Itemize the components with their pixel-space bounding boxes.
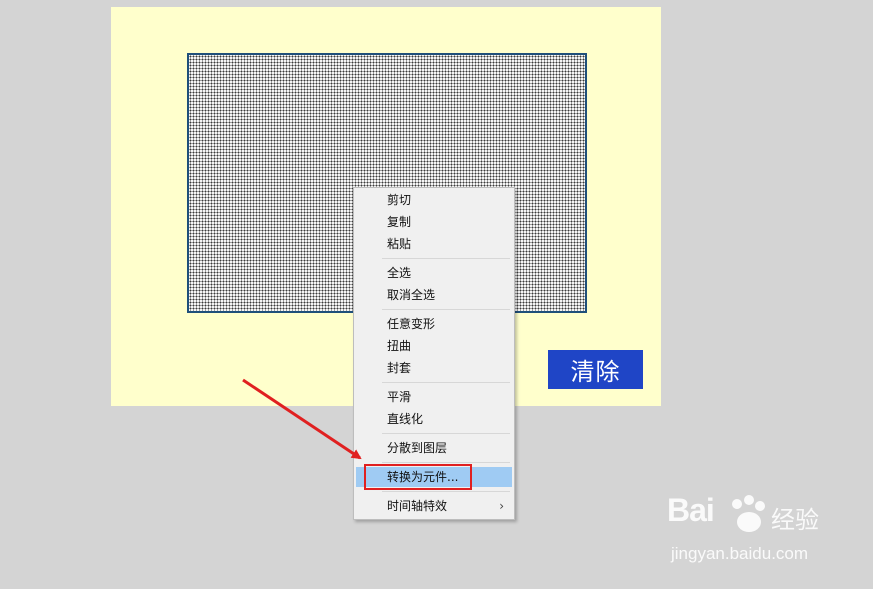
watermark-url: jingyan.baidu.com [671,544,809,563]
watermark-product: 经验 [771,506,819,534]
watermark-logo-text: Bai [667,492,715,528]
paw-icon [732,495,765,532]
baidu-jingyan-watermark: Bai 经验 jingyan.baidu.com [667,492,867,572]
